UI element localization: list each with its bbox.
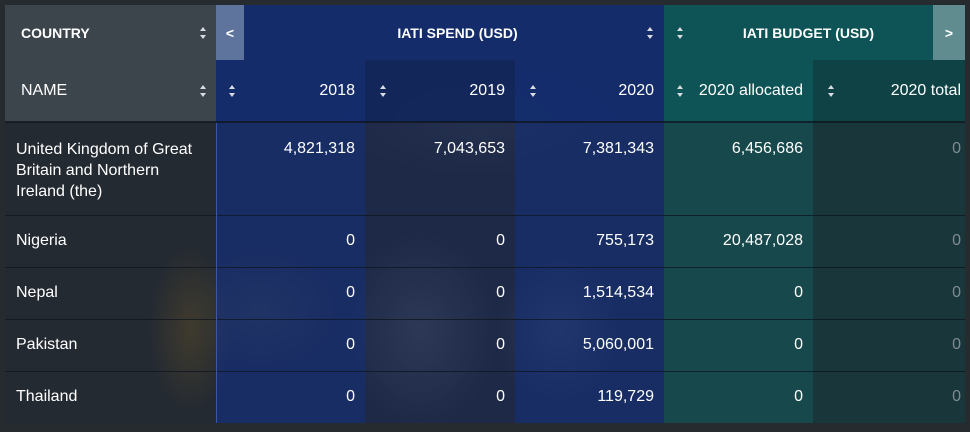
- cell-budget-2020-total: 0: [813, 370, 965, 423]
- cell-budget-2020-allocated: 6,456,686: [664, 121, 813, 215]
- column-header-2020-allocated[interactable]: 2020 allocated: [664, 60, 813, 122]
- next-columns-button[interactable]: >: [933, 5, 965, 60]
- sort-icon: [199, 84, 207, 97]
- cell-spend-2019: 0: [365, 266, 515, 319]
- cell-spend-2018: 0: [215, 318, 365, 371]
- cell-spend-2018: 0: [215, 266, 365, 319]
- cell-spend-2018: 4,821,318: [215, 121, 365, 215]
- cell-spend-2018: 0: [215, 370, 365, 423]
- cell-spend-2020: 755,173: [515, 214, 664, 267]
- sort-icon: [676, 84, 684, 97]
- cell-budget-2020-total: 0: [813, 266, 965, 319]
- sort-icon: [827, 84, 835, 97]
- data-table: COUNTRY < IATI SPEND (USD) IATI BUDGET (…: [5, 5, 965, 423]
- cell-spend-2019: 0: [365, 370, 515, 423]
- column-header-2020-total[interactable]: 2020 total: [813, 60, 965, 122]
- cell-budget-2020-allocated: 0: [664, 370, 813, 423]
- country-group-label: COUNTRY: [21, 24, 90, 41]
- cell-budget-2020-allocated: 0: [664, 318, 813, 371]
- column-header-name[interactable]: NAME: [5, 60, 216, 122]
- cell-country-name: United Kingdom of Great Britain and Nort…: [5, 121, 216, 215]
- column-header-2020[interactable]: 2020: [515, 60, 664, 122]
- budget-group-label: IATI BUDGET (USD): [742, 24, 875, 41]
- column-label-2018: 2018: [319, 81, 355, 99]
- spend-group-label: IATI SPEND (USD): [397, 24, 518, 41]
- cell-country-name: Pakistan: [5, 318, 216, 371]
- sort-icon: [199, 26, 207, 39]
- cell-spend-2019: 0: [365, 214, 515, 267]
- cell-country-name: Thailand: [5, 370, 216, 423]
- sort-icon: [646, 26, 654, 39]
- sort-icon: [379, 84, 387, 97]
- sort-icon: [676, 26, 684, 39]
- column-label-2019: 2019: [469, 81, 505, 99]
- cell-spend-2020: 119,729: [515, 370, 664, 423]
- sort-icon: [228, 84, 236, 97]
- table-row: Nepal 0 0 1,514,534 0 0: [5, 266, 965, 319]
- budget-group-header[interactable]: IATI BUDGET (USD): [664, 5, 933, 60]
- column-label-2020: 2020: [618, 81, 654, 99]
- cell-spend-2018: 0: [215, 214, 365, 267]
- table-row: Thailand 0 0 119,729 0 0: [5, 370, 965, 423]
- column-label-2020-allocated: 2020 allocated: [698, 81, 803, 99]
- cell-spend-2020: 1,514,534: [515, 266, 664, 319]
- table-row: Nigeria 0 0 755,173 20,487,028 0: [5, 214, 965, 267]
- cell-budget-2020-total: 0: [813, 318, 965, 371]
- spend-group-header[interactable]: IATI SPEND (USD): [244, 5, 664, 60]
- cell-country-name: Nepal: [5, 266, 216, 319]
- cell-country-name: Nigeria: [5, 214, 216, 267]
- column-header-2018[interactable]: 2018: [216, 60, 365, 122]
- column-header-2019[interactable]: 2019: [365, 60, 515, 122]
- table-row: Pakistan 0 0 5,060,001 0 0: [5, 318, 965, 371]
- cell-budget-2020-allocated: 20,487,028: [664, 214, 813, 267]
- table-row: United Kingdom of Great Britain and Nort…: [5, 121, 965, 215]
- prev-columns-button-cell[interactable]: <: [216, 5, 244, 60]
- prev-columns-button[interactable]: <: [216, 5, 244, 60]
- column-label-name: NAME: [21, 81, 68, 99]
- cell-budget-2020-total: 0: [813, 121, 965, 215]
- column-label-2020-total: 2020 total: [890, 81, 961, 99]
- cell-budget-2020-allocated: 0: [664, 266, 813, 319]
- cell-spend-2020: 7,381,343: [515, 121, 664, 215]
- cell-spend-2020: 5,060,001: [515, 318, 664, 371]
- cell-budget-2020-total: 0: [813, 214, 965, 267]
- next-columns-button-cell[interactable]: >: [933, 5, 965, 60]
- country-group-header[interactable]: COUNTRY: [5, 5, 216, 60]
- cell-spend-2019: 0: [365, 318, 515, 371]
- sort-icon: [529, 84, 537, 97]
- cell-spend-2019: 7,043,653: [365, 121, 515, 215]
